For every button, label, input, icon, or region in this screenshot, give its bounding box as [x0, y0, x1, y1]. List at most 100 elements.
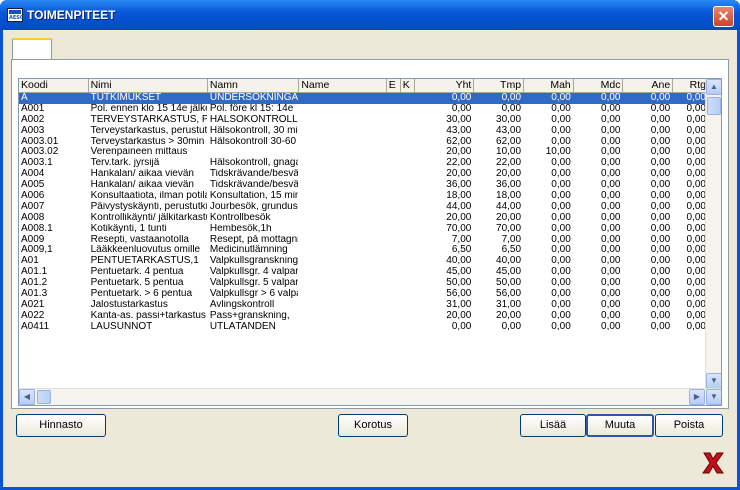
table-cell: 0,00	[650, 310, 671, 321]
hinnasto-button[interactable]: Hinnasto	[16, 414, 106, 437]
procedures-grid[interactable]: Koodi Nimi Namn Name E K Yht Tmp Mah Mdc Ane Rtg A T…	[18, 78, 722, 406]
table-cell: A0411	[21, 321, 50, 332]
table-row[interactable]: A01.1 Pentuetark. 4 pentua Valpkullsgr. 4 …	[19, 267, 709, 278]
close-icon[interactable]: ✕	[713, 6, 734, 27]
table-cell: 0,00	[686, 256, 706, 267]
table-row[interactable]: A003.01 Terveystarkastus > 30min Hälsokont…	[19, 137, 709, 148]
table-cell	[299, 169, 386, 180]
table-cell: 0,00	[551, 103, 571, 114]
table-cell: 0,00	[686, 103, 706, 114]
table-cell: 43,00	[446, 125, 472, 136]
table-row[interactable]: A002 TERVEYSTARKASTUS, PERUSHÄLSOKONTROLL…	[19, 115, 709, 126]
table-cell: 0,00	[650, 278, 671, 289]
table-row[interactable]: A007 Päivystyskäynti, perustutkimusJourbe…	[19, 202, 709, 213]
table-row[interactable]: A0411 LAUSUNNOT UTLÅTANDEN 0,00 0,00 0,00 0,00…	[19, 322, 709, 333]
window-client: Koodi Nimi Namn Name E K Yht Tmp Mah Mdc Ane Rtg A T…	[3, 30, 737, 487]
table-cell: 30,00	[496, 114, 522, 125]
table-row[interactable]: A008 Kontrollikäynti/ jälkitarkastus Kontr…	[19, 213, 709, 224]
table-cell: 0,00	[551, 191, 571, 202]
table-cell: 0,00	[650, 158, 671, 169]
column-header[interactable]: Name	[299, 79, 387, 93]
column-header[interactable]: Tmp	[474, 79, 525, 93]
tab-main[interactable]	[12, 38, 52, 60]
table-cell: A006	[21, 191, 45, 202]
table-row[interactable]: A004 Hankalan/ aikaa vievän Tidskrävande/b…	[19, 169, 709, 180]
table-cell: Avlingskontroll	[209, 299, 275, 310]
table-cell: Valpkullsgr > 6 valpar	[209, 289, 300, 300]
table-cell: 56,00	[446, 289, 472, 300]
scroll-left-icon[interactable]: ◀	[19, 389, 35, 405]
lisaa-button[interactable]: Lisää	[520, 414, 586, 437]
column-header[interactable]: Mdc	[573, 79, 624, 93]
table-row[interactable]: A022 Kanta-as. passi+tarkastus Pass+gransk…	[19, 311, 709, 322]
scroll-right-icon[interactable]: ▶	[689, 389, 705, 405]
vertical-scroll-thumb[interactable]	[707, 97, 721, 115]
horizontal-scrollbar[interactable]: ◀ ▶ ▼	[19, 388, 721, 405]
column-header[interactable]: Mah	[524, 79, 574, 93]
table-row[interactable]: A021 Jalostustarkastus Avlingskontroll 31,0…	[19, 300, 709, 311]
vertical-scrollbar[interactable]: ▲ ▼	[705, 79, 721, 389]
column-header[interactable]: E	[386, 79, 401, 93]
table-row[interactable]: A003.1 Terv.tark. jyrsijä Hälsokontroll, g…	[19, 158, 709, 169]
table-cell: Terveystarkastus, perustutkimus	[90, 125, 208, 136]
table-cell: 0,00	[601, 310, 621, 321]
table-cell: 0,00	[551, 180, 571, 191]
app-icon: AESOP	[7, 8, 28, 22]
table-cell: 18,00	[446, 191, 472, 202]
table-cell	[387, 202, 401, 213]
table-cell: 0,00	[601, 212, 621, 223]
column-header[interactable]: Rtg	[673, 79, 709, 93]
table-cell: 56,00	[496, 289, 522, 300]
title-bar[interactable]: AESOP TOIMENPITEET ✕	[0, 0, 740, 30]
table-row[interactable]: A009,1 Lääkkeenluovutus omille Medicinutlä…	[19, 245, 709, 256]
column-header[interactable]: Ane	[623, 79, 674, 93]
scroll-down-icon[interactable]: ▼	[706, 373, 721, 389]
table-row[interactable]: A008.1 Kotikäynti, 1 tunti Hembesök,1h 70,0…	[19, 224, 709, 235]
exit-icon[interactable]	[700, 450, 726, 476]
table-cell: 0,00	[650, 201, 671, 212]
table-row[interactable]: A009 Resepti, vastaanotolla Resept, på mot…	[19, 235, 709, 246]
table-cell: 0,00	[686, 136, 706, 147]
table-cell: 0,00	[650, 191, 671, 202]
table-cell: A003	[21, 125, 45, 136]
table-cell: A008	[21, 212, 45, 223]
table-cell	[387, 322, 401, 333]
table-row[interactable]: A003 Terveystarkastus, perustutkimusHälso…	[19, 126, 709, 137]
table-cell: 70,00	[446, 223, 472, 234]
table-cell: 0,00	[601, 158, 621, 169]
table-cell: Tidskrävande/besvärlig	[209, 169, 299, 180]
table-cell: Hembesök,1h	[209, 223, 272, 234]
table-row[interactable]: A01 PENTUETARKASTUS,1 Valpkullsgranskning 4…	[19, 256, 709, 267]
table-cell: 0,00	[551, 234, 571, 245]
table-row[interactable]: A003.02 Verenpaineen mittaus 20,00 10,00 10,…	[19, 147, 709, 158]
table-cell	[387, 115, 401, 126]
table-cell: 0,00	[551, 289, 571, 300]
table-cell	[401, 158, 415, 169]
table-cell	[401, 322, 415, 333]
table-cell	[387, 137, 401, 148]
table-cell	[401, 180, 415, 191]
muuta-button[interactable]: Muuta	[586, 414, 654, 437]
table-row[interactable]: A005 Hankalan/ aikaa vievän Tidskrävande/b…	[19, 180, 709, 191]
column-header[interactable]: Nimi	[88, 79, 208, 93]
table-cell: 10,00	[545, 147, 571, 158]
table-cell: 0,00	[686, 169, 706, 180]
korotus-button[interactable]: Korotus	[338, 414, 408, 437]
table-row[interactable]: A01.3 Pentuetark. > 6 pentua Valpkullsgr >…	[19, 289, 709, 300]
column-header[interactable]: Yht	[414, 79, 475, 93]
table-row[interactable]: A001 Pol. ennen klo 15 14e jälkeenPol. fö…	[19, 104, 709, 115]
scroll-up-icon[interactable]: ▲	[706, 79, 721, 95]
scroll-down-icon-corner[interactable]: ▼	[706, 389, 721, 405]
horizontal-scroll-thumb[interactable]	[37, 390, 51, 404]
table-row[interactable]: A TUTKIMUKSET UNDERSÖKNINGAR 0,00 0,00 0,00 0,…	[19, 93, 709, 104]
column-header[interactable]: Koodi	[19, 79, 89, 93]
poista-button[interactable]: Poista	[655, 414, 723, 437]
table-row[interactable]: A01.2 Pentuetark. 5 pentua Valpkullsgr. 5 …	[19, 278, 709, 289]
column-header[interactable]: Namn	[207, 79, 300, 93]
table-cell: 0,00	[686, 245, 706, 256]
column-header[interactable]: K	[400, 79, 415, 93]
table-cell	[387, 278, 401, 289]
table-cell: 0,00	[501, 321, 522, 332]
table-row[interactable]: A006 Konsultaatiota, ilman potilastaKonsu…	[19, 191, 709, 202]
table-cell: Tidskrävande/besvärlig	[209, 180, 299, 191]
